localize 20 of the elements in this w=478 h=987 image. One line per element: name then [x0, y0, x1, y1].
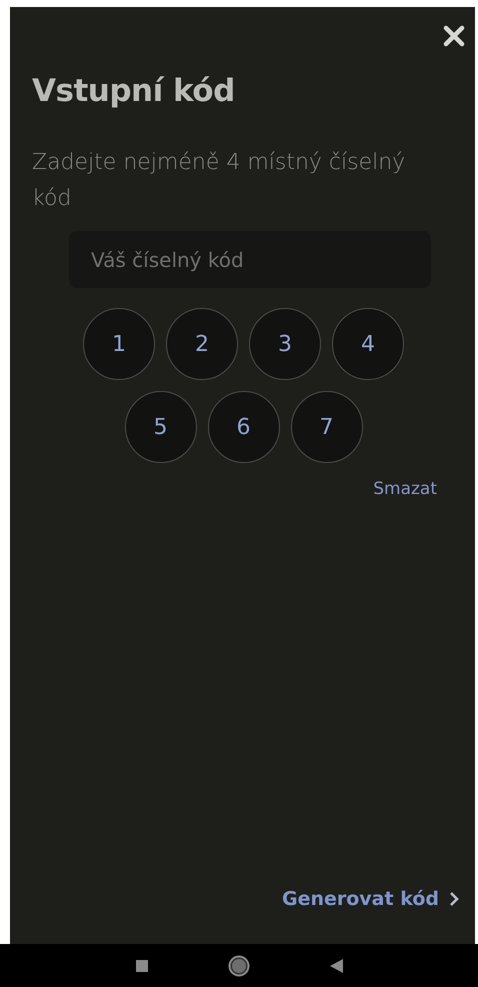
digit-key[interactable]: 4	[332, 308, 404, 380]
digit-key[interactable]: 5	[124, 391, 196, 463]
home-button[interactable]	[228, 954, 250, 976]
chevron-icon	[449, 891, 459, 907]
close-icon	[442, 24, 466, 48]
digit-key[interactable]: 2	[166, 308, 238, 380]
circle-icon	[228, 954, 250, 976]
digit-key[interactable]: 3	[249, 308, 321, 380]
digit-key[interactable]: 1	[83, 308, 155, 380]
digit-key[interactable]: 6	[208, 391, 280, 463]
instructions-text: Zadejte nejméně 4 místný číselný kód	[32, 149, 406, 213]
clear-link[interactable]: Smazat	[373, 479, 437, 499]
digit-key[interactable]: 7	[290, 391, 362, 463]
back-triangle-icon	[330, 958, 342, 972]
generate-code-link[interactable]: Generovat kód	[282, 888, 459, 910]
back-button[interactable]	[330, 958, 342, 972]
page-title: Vstupní kód	[32, 73, 236, 109]
code-input-field[interactable]: Váš číselný kód	[69, 231, 431, 288]
recents-button[interactable]	[136, 960, 148, 972]
square-icon	[136, 960, 148, 972]
